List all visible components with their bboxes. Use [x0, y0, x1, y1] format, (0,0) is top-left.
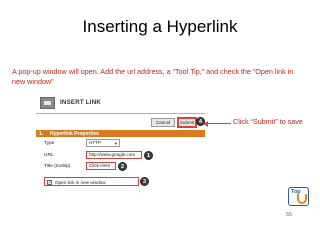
instructions-text: A pop-up window will open. Add the url a… — [12, 67, 294, 86]
logo-u-shape — [297, 194, 307, 204]
slide-title: Inserting a Hyperlink — [82, 17, 238, 36]
topu-logo-icon: Top — [288, 187, 309, 206]
step-marker-title: 2 — [118, 162, 127, 171]
step-marker-url: 1 — [144, 151, 153, 160]
section-title: Hyperlink Properties — [50, 130, 99, 137]
open-new-window-label: Open link in new window — [55, 179, 106, 185]
chevron-down-icon: ▼ — [114, 141, 118, 146]
url-label: URL — [44, 153, 54, 158]
cancel-button[interactable]: Cancel — [151, 118, 175, 127]
insert-link-dialog-screenshot: INSERT LINK Cancel Submit 4 1. Hyperlink… — [36, 93, 205, 187]
callout-arrow-line — [207, 123, 231, 124]
step-marker-checkbox: 3 — [140, 177, 149, 186]
type-select-value: HTTP — [89, 140, 101, 145]
type-label: Type — [44, 141, 55, 146]
hyperlink-properties-bar: 1. Hyperlink Properties — [36, 130, 205, 137]
submit-callout: Click “Submit” to save — [233, 117, 303, 126]
submit-button[interactable]: Submit — [177, 117, 197, 128]
section-number: 1. — [39, 130, 44, 137]
type-select[interactable]: HTTP ▼ — [86, 139, 120, 147]
title-label: Title (tooltip) — [44, 164, 71, 169]
url-input[interactable]: http://www.google.com — [86, 151, 142, 159]
dialog-button-row: Cancel Submit 4 — [36, 117, 205, 128]
dialog-title: INSERT LINK — [60, 99, 102, 106]
tooltip-input[interactable]: Click Here — [86, 162, 116, 170]
page-number: 55 — [286, 212, 293, 218]
open-new-window-checkbox[interactable]: ✓ — [47, 179, 52, 185]
dialog-header: INSERT LINK — [36, 93, 205, 114]
insert-link-icon — [40, 97, 55, 109]
open-new-window-option[interactable]: ✓ Open link in new window — [44, 177, 139, 186]
